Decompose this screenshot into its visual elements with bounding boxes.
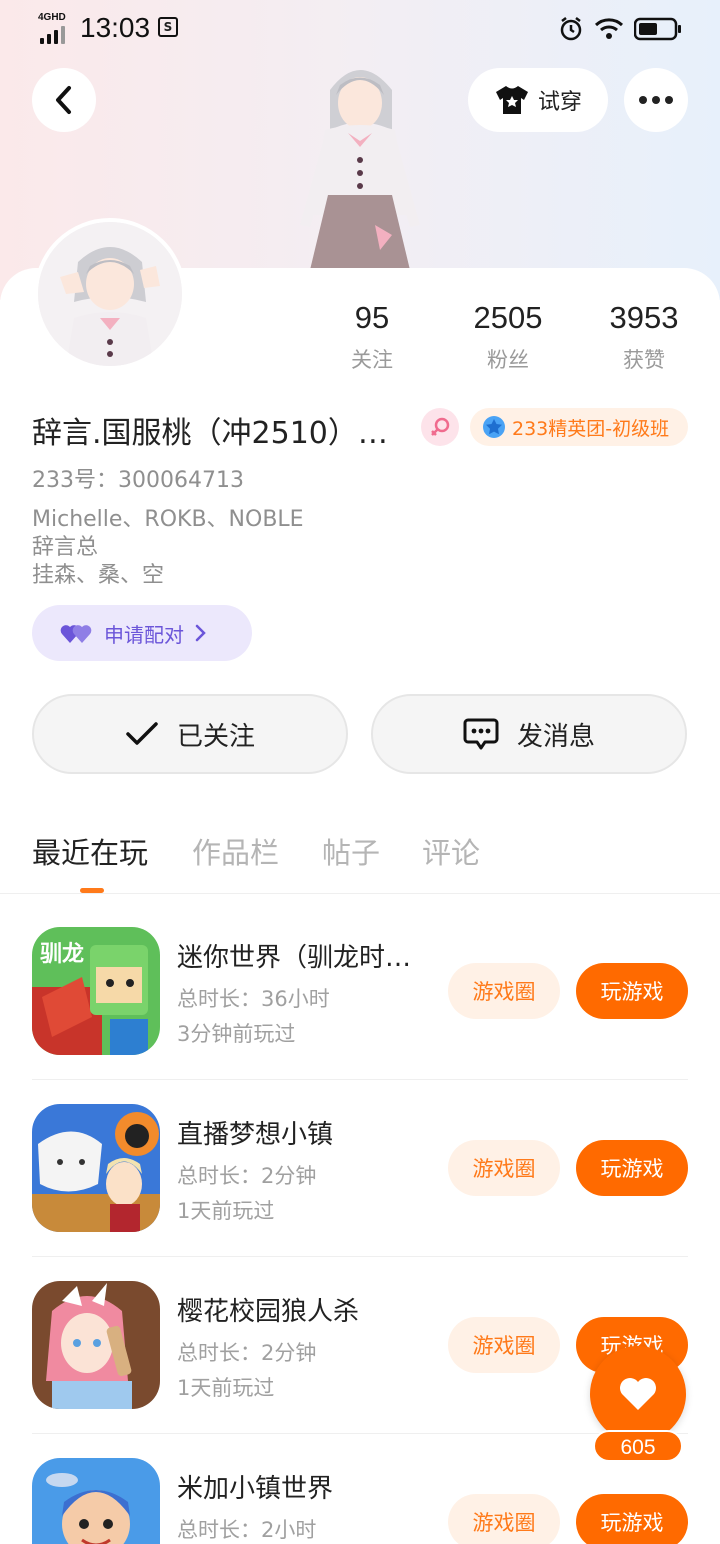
stat-label: 粉丝 xyxy=(487,348,529,372)
stat-value: 95 xyxy=(354,300,390,335)
dot xyxy=(652,96,660,104)
tab-posts[interactable]: 帖子 xyxy=(322,830,380,872)
stat-label: 获赞 xyxy=(623,348,665,372)
tab-recently-played[interactable]: 最近在玩 xyxy=(32,830,148,872)
pair-request-button[interactable]: 申请配对 xyxy=(32,605,252,661)
play-game-button[interactable]: 玩游戏 xyxy=(576,963,688,1019)
game-duration: 总时长：2分钟 xyxy=(177,1341,317,1365)
following-button[interactable]: 已关注 xyxy=(32,694,348,774)
stat-value: 2505 xyxy=(473,300,543,335)
game-circle-button[interactable]: 游戏圈 xyxy=(448,1140,560,1196)
female-gender-icon xyxy=(421,408,459,446)
rank-badge[interactable]: 233精英团-初级班 xyxy=(470,408,688,446)
svg-text:驯龙: 驯龙 xyxy=(40,941,84,966)
alarm-icon xyxy=(560,17,582,41)
game-circle-button[interactable]: 游戏圈 xyxy=(448,963,560,1019)
double-heart-icon xyxy=(60,625,92,643)
tab-works[interactable]: 作品栏 xyxy=(192,830,279,872)
miga-town-icon xyxy=(32,1458,160,1544)
game-circle-button[interactable]: 游戏圈 xyxy=(448,1494,560,1544)
game-title: 直播梦想小镇 xyxy=(177,1120,334,1150)
wifi-icon xyxy=(594,18,624,39)
list-item[interactable]: 直播梦想小镇 总时长：2分钟 1天前玩过 游戏圈 玩游戏 xyxy=(32,1080,688,1257)
stat-likes[interactable]: 3953 获赞 xyxy=(574,300,714,374)
game-title: 迷你世界（驯龙时… xyxy=(177,943,412,973)
nickname: 辞言.国服桃（冲2510）… xyxy=(32,416,388,451)
send-message-label: 发消息 xyxy=(516,721,595,752)
game-last-played: 1天前玩过 xyxy=(177,1199,275,1223)
clock: 13:03 xyxy=(80,12,151,43)
game-circle-button[interactable]: 游戏圈 xyxy=(448,1317,560,1373)
mini-world-icon: 驯龙 xyxy=(32,927,160,1055)
game-duration: 总时长：2分钟 xyxy=(177,1164,317,1188)
like-count: 605 xyxy=(593,1430,683,1462)
bio-line: 辞言总 xyxy=(32,535,99,560)
more-options-button[interactable] xyxy=(624,68,688,132)
avatar-image xyxy=(38,222,182,366)
network-type: 4GHD xyxy=(38,12,66,23)
tab-active-indicator xyxy=(80,888,104,893)
signal-icon xyxy=(40,26,65,44)
chevron-right-icon xyxy=(195,624,206,642)
game-title: 樱花校园狼人杀 xyxy=(177,1297,360,1327)
bio-line: Michelle、ROKB、NOBLE xyxy=(32,507,304,532)
list-item[interactable]: 米加小镇世界 总时长：2小时 游戏圈 玩游戏 xyxy=(32,1434,688,1544)
game-duration: 总时长：2小时 xyxy=(177,1518,317,1542)
status-icons xyxy=(558,16,682,42)
dot xyxy=(665,96,673,104)
bio-line: 挂森、桑、空 xyxy=(32,563,165,588)
send-message-button[interactable]: 发消息 xyxy=(371,694,687,774)
profile-tabs: 最近在玩 作品栏 帖子 评论 xyxy=(0,830,720,894)
network-indicator: 4GHD xyxy=(38,12,72,44)
status-bar: 4GHD 13:03 S xyxy=(0,0,720,60)
stat-fans[interactable]: 2505 粉丝 xyxy=(438,300,578,374)
battery-icon xyxy=(634,17,681,41)
chat-bubble-icon xyxy=(463,718,499,750)
stat-value: 3953 xyxy=(609,300,679,335)
pair-request-label: 申请配对 xyxy=(104,622,184,647)
try-on-button[interactable]: 试穿 xyxy=(468,68,608,132)
bio: Michelle、ROKB、NOBLE 辞言总 挂森、桑、空 xyxy=(32,506,304,590)
like-button[interactable] xyxy=(590,1346,686,1442)
play-game-button[interactable]: 玩游戏 xyxy=(576,1140,688,1196)
stat-following[interactable]: 95 关注 xyxy=(302,300,442,374)
stats-row: 95 关注 2505 粉丝 3953 获赞 xyxy=(320,300,720,380)
sakura-werewolf-icon xyxy=(32,1281,160,1409)
character-figure xyxy=(300,70,420,270)
live-dream-town-icon xyxy=(32,1104,160,1232)
heart-icon xyxy=(620,1378,656,1410)
tshirt-icon xyxy=(495,86,528,114)
list-item[interactable]: 樱花校园狼人杀 总时长：2分钟 1天前玩过 游戏圈 玩游戏 xyxy=(32,1257,688,1434)
game-duration: 总时长：36小时 xyxy=(177,987,330,1011)
user-id: 233号：300064713 xyxy=(32,468,244,493)
game-last-played: 3分钟前玩过 xyxy=(177,1022,296,1046)
list-item[interactable]: 驯龙 迷你世界（驯龙时… 总时长：36小时 3分钟前玩过 游戏圈 玩游戏 xyxy=(32,903,688,1080)
try-on-label: 试穿 xyxy=(537,90,582,115)
rank-medal-icon xyxy=(483,416,505,438)
rank-badge-label: 233精英团-初级班 xyxy=(512,417,670,440)
checkmark-icon xyxy=(126,722,158,745)
sim-icon: S xyxy=(158,17,178,37)
stat-label: 关注 xyxy=(351,348,393,372)
following-label: 已关注 xyxy=(176,721,255,752)
dot xyxy=(639,96,647,104)
tab-comments[interactable]: 评论 xyxy=(422,830,480,872)
chevron-left-icon xyxy=(56,86,71,114)
avatar[interactable] xyxy=(34,218,186,370)
back-button[interactable] xyxy=(32,68,96,132)
game-title: 米加小镇世界 xyxy=(177,1474,334,1504)
play-game-button[interactable]: 玩游戏 xyxy=(576,1494,688,1544)
game-last-played: 1天前玩过 xyxy=(177,1376,275,1400)
